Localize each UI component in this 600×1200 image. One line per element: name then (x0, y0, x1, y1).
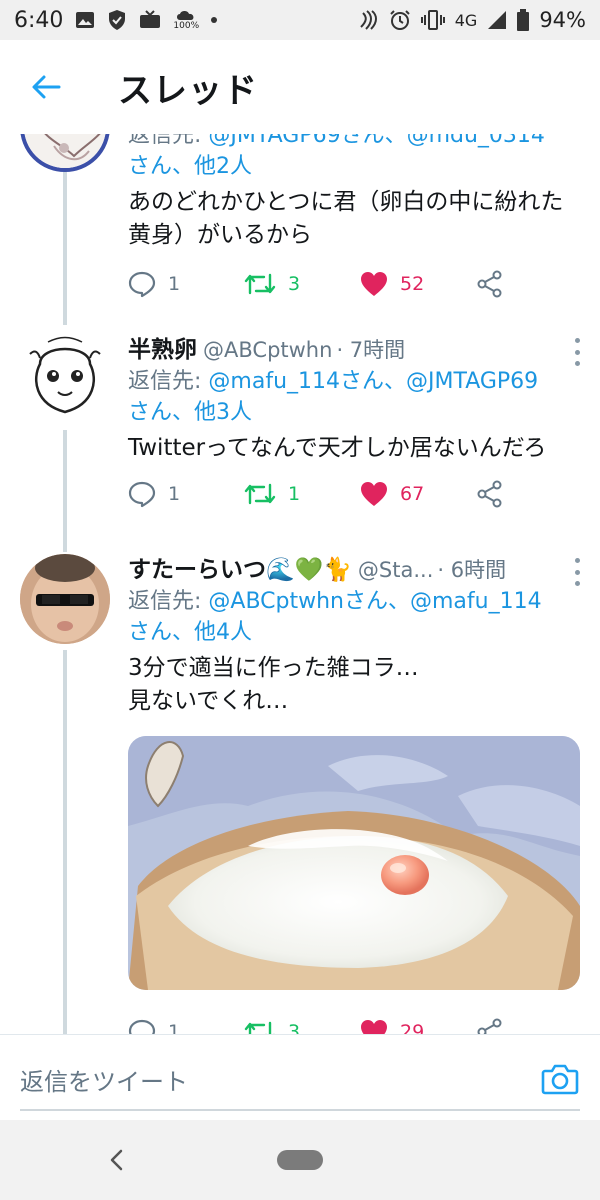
retweet-button[interactable]: 3 (244, 264, 360, 304)
status-bar: 6:40 100% 4G 94% (0, 0, 600, 40)
more-icon[interactable] (570, 558, 584, 586)
back-button[interactable] (14, 55, 78, 119)
nav-back-button[interactable] (100, 1142, 132, 1178)
retweet-button[interactable]: 1 (244, 474, 360, 514)
tweet-time: · 6時間 (437, 558, 507, 582)
retweet-button[interactable]: 3 (244, 1012, 360, 1034)
battery-icon (517, 9, 530, 31)
retweet-icon (244, 1021, 275, 1034)
thread[interactable]: 返信先: @JMTAGP69さん、@mdu_0314 さん、他2人 あのどれかひ… (0, 134, 600, 1034)
status-time: 6:40 (14, 7, 64, 33)
network-type: 4G (454, 10, 478, 30)
tweet-image[interactable] (128, 736, 580, 990)
like-button[interactable]: 52 (360, 264, 476, 304)
heart-icon (361, 272, 387, 296)
avatar[interactable] (20, 554, 110, 644)
reply-mention-link[interactable]: さん、他2人 (128, 154, 252, 179)
user-handle[interactable]: @ABCptwhn (203, 338, 332, 362)
reply-count: 1 (168, 483, 181, 505)
vibrate-icon (420, 9, 445, 31)
reply-count: 1 (168, 273, 181, 295)
reply-to: 返信先: @JMTAGP69さん、@mdu_0314 さん、他2人 (128, 134, 582, 182)
reply-button[interactable]: 1 (128, 474, 244, 514)
camera-button[interactable] (540, 1059, 580, 1099)
share-icon (477, 270, 502, 298)
share-icon (477, 1018, 502, 1034)
user-handle[interactable]: @Sta... (358, 558, 433, 582)
signal-icon (487, 10, 507, 30)
toast-egg-image (128, 736, 580, 990)
reply-to: 返信先: @mafu_114さん、@JMTAGP69 さん、他3人 (128, 369, 539, 425)
share-button[interactable] (476, 264, 504, 304)
tweet[interactable]: 半熟卵 @ABCptwhn · 7時間 返信先: @mafu_114さん、@JM… (0, 324, 600, 544)
tweet-text: あのどれかひとつに君（卵白の中に紛れた黄身）がいるから (128, 189, 564, 248)
reply-mention-link[interactable]: さん、他4人 (128, 620, 252, 645)
reply-button[interactable]: 1 (128, 264, 244, 304)
more-icon[interactable] (570, 338, 584, 366)
camera-icon (541, 1064, 579, 1095)
avatar[interactable] (20, 334, 110, 424)
reply-count: 1 (168, 1021, 181, 1034)
tweet[interactable]: 返信先: @JMTAGP69さん、@mdu_0314 さん、他2人 あのどれかひ… (0, 134, 600, 324)
app-header: スレッド (0, 40, 600, 134)
like-button[interactable]: 29 (360, 1012, 476, 1034)
reply-mention-link[interactable]: @mafu_114さん、@JMTAGP69 (208, 369, 538, 394)
image-icon (75, 10, 95, 30)
heart-icon (361, 1020, 387, 1034)
reply-mention-link[interactable]: @JMTAGP69さん、@mdu_0314 (208, 134, 545, 148)
reply-icon (128, 1019, 156, 1034)
retweet-count: 3 (288, 273, 301, 295)
tweet-time: · 7時間 (336, 338, 406, 362)
display-name[interactable]: すたーらいつ🌊💚🐈 (128, 550, 352, 584)
retweet-count: 1 (288, 483, 301, 505)
reply-underline (20, 1109, 580, 1111)
tweet-actions: 1 3 29 (128, 1012, 528, 1034)
share-button[interactable] (476, 1012, 504, 1034)
shield-icon (107, 9, 127, 31)
tv-icon (139, 10, 161, 30)
nav-home-button[interactable] (277, 1150, 323, 1170)
retweet-count: 3 (288, 1021, 301, 1034)
tweet-text: 3分で適当に作った雑コラ… 見ないでくれ… (128, 655, 419, 714)
like-button[interactable]: 67 (360, 474, 476, 514)
retweet-icon (244, 273, 276, 295)
reply-bar: 返信をツイート (0, 1034, 600, 1120)
back-arrow-icon (32, 75, 61, 99)
reply-button[interactable]: 1 (128, 1012, 244, 1034)
chevron-left-icon (110, 1149, 123, 1171)
tweet-actions: 1 1 67 (128, 474, 528, 514)
page-title: スレッド (118, 70, 258, 111)
reply-icon (128, 481, 156, 508)
like-count: 29 (400, 1021, 425, 1034)
weather-icon: 100% (173, 10, 199, 31)
tweet-text: Twitterってなんで天才しか居ないんだろ (128, 435, 547, 461)
share-icon (477, 480, 502, 508)
system-nav-bar (0, 1120, 600, 1200)
heart-icon (361, 482, 387, 506)
retweet-icon (244, 483, 276, 505)
share-button[interactable] (476, 474, 504, 514)
like-count: 67 (400, 483, 425, 505)
tweet-actions: 1 3 52 (128, 264, 528, 304)
tweet[interactable]: すたーらいつ🌊💚🐈 @Sta... · 6時間 返信先: @ABCptwhnさん… (0, 544, 600, 1034)
alarm-icon (389, 9, 411, 31)
dot-icon (211, 17, 218, 23)
battery-percent: 94% (539, 8, 586, 32)
reply-mention-link[interactable]: @ABCptwhnさん、@mafu_114 (208, 589, 541, 614)
display-name[interactable]: 半熟卵 (128, 330, 197, 364)
like-count: 52 (400, 273, 425, 295)
reply-input[interactable]: 返信をツイート (20, 1057, 500, 1101)
nfc-icon (357, 9, 379, 31)
avatar[interactable] (20, 134, 110, 172)
reply-icon (128, 271, 156, 298)
reply-to: 返信先: @ABCptwhnさん、@mafu_114 さん、他4人 (128, 589, 542, 645)
reply-mention-link[interactable]: さん、他3人 (128, 400, 252, 425)
